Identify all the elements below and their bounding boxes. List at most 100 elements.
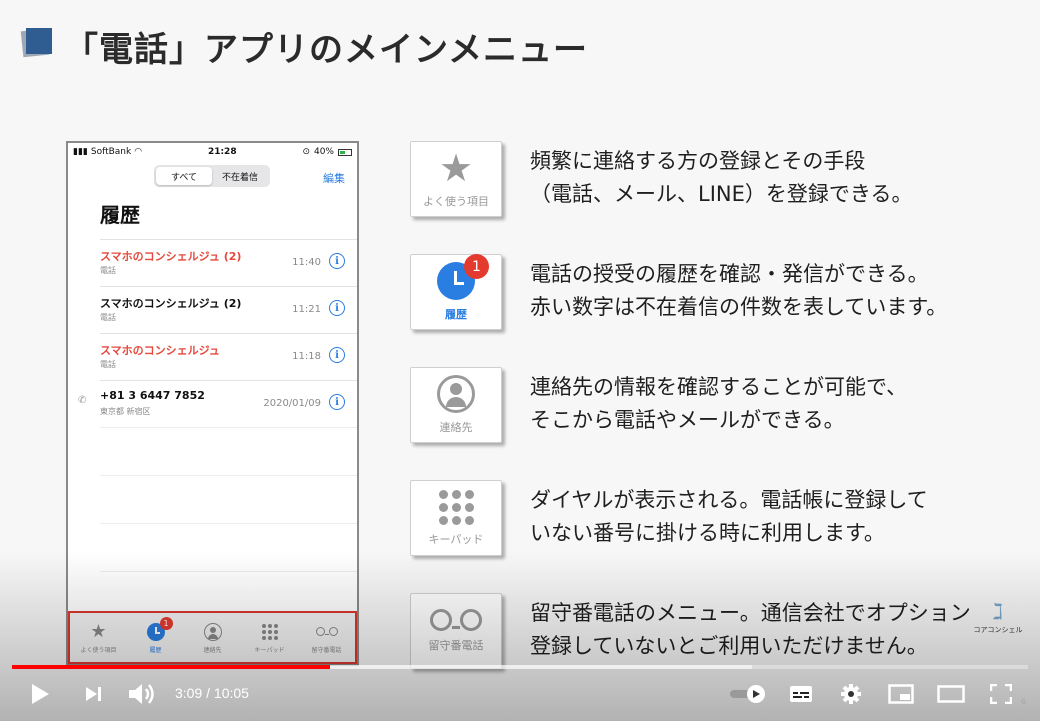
fullscreen-icon (990, 684, 1012, 704)
call-type: 電話 (100, 360, 116, 369)
status-bar: ▮▮▮ SoftBank ◠ 21:28 ⊙ 40% (68, 143, 357, 161)
caller-name: スマホのコンシェルジュ (100, 344, 220, 357)
tab-contacts[interactable]: 連絡先 (184, 613, 241, 662)
feature-line: 赤い数字は不在着信の件数を表しています。 (530, 295, 948, 319)
captions-button[interactable] (786, 680, 816, 708)
feature-label: キーパッド (428, 532, 484, 546)
feature-label: よく使う項目 (423, 195, 489, 208)
missed-badge: 1 (159, 616, 173, 630)
battery-percent: 40% (313, 147, 334, 157)
call-filter-segment[interactable]: すべて 不在着信 (154, 165, 270, 187)
slide-title: 「電話」アプリのメインメニュー (64, 30, 588, 70)
feature-favorites-text: 頻繁に連絡する方の登録とその手段 （電話、メール、LINE）を登録できる。 (530, 145, 912, 211)
call-type: 電話 (100, 313, 116, 322)
next-button[interactable] (80, 680, 108, 708)
title-square-icon (20, 28, 52, 58)
clock-icon: 1 (146, 616, 173, 642)
tab-recents[interactable]: 1 履歴 (127, 613, 184, 662)
call-row[interactable]: スマホのコンシェルジュ (2) 電話 11:40 i (100, 239, 357, 286)
brand-logo-text: コアコンシェル (973, 626, 1023, 634)
feature-line: 連絡先の情報を確認することが可能で、 (530, 375, 908, 399)
clock-icon: 1 (437, 254, 489, 300)
time-display: 3:09 / 10:05 (175, 685, 249, 701)
feature-contacts-icon-box: 連絡先 (410, 367, 502, 443)
time-separator: / (202, 685, 214, 701)
empty-row (100, 523, 357, 571)
tab-label: 連絡先 (203, 646, 222, 654)
person-icon (437, 375, 475, 413)
miniplayer-button[interactable] (885, 680, 917, 708)
call-time: 2020/01/09 (263, 398, 321, 409)
segment-missed[interactable]: 不在着信 (212, 167, 268, 185)
empty-row (100, 475, 357, 523)
info-icon[interactable]: i (329, 394, 345, 410)
star-icon: ★ (90, 621, 107, 642)
tab-label: キーパッド (254, 646, 285, 654)
play-icon (32, 684, 49, 704)
call-row[interactable]: ✆ +81 3 6447 7852 東京都 新宿区 2020/01/09 i (78, 380, 357, 427)
theater-mode-button[interactable] (934, 680, 968, 708)
call-time: 11:18 (292, 351, 321, 362)
feature-line: いない番号に掛ける時に利用します。 (530, 521, 885, 545)
person-icon (203, 622, 223, 642)
feature-line: 電話の授受の履歴を確認・発信ができる。 (530, 262, 929, 286)
feature-voicemail-text: 留守番電話のメニュー。通信会社でオプション 登録していないとご利用いただけません… (530, 597, 971, 663)
feature-keypad-icon-box: キーパッド (410, 480, 502, 556)
captions-icon (790, 686, 812, 702)
brand-logo: ℷ コアコンシェル (972, 600, 1024, 635)
feature-line: （電話、メール、LINE）を登録できる。 (530, 182, 913, 206)
call-type: 電話 (100, 266, 116, 275)
volume-icon (129, 684, 154, 704)
feature-line: ダイヤルが表示される。電話帳に登録して (530, 488, 928, 512)
feature-label: 連絡先 (439, 421, 473, 434)
caller-name: +81 3 6447 7852 (100, 389, 205, 402)
duration: 10:05 (213, 685, 249, 701)
missed-badge: 1 (464, 254, 489, 279)
feature-line: そこから電話やメールができる。 (530, 408, 845, 432)
edit-button[interactable]: 編集 (323, 170, 345, 186)
feature-favorites-icon-box: ★ よく使う項目 (410, 141, 502, 217)
feature-label: 留守番電話 (428, 639, 484, 652)
volume-button[interactable] (125, 680, 159, 708)
keypad-icon (260, 622, 280, 642)
autoplay-toggle[interactable] (728, 680, 768, 708)
tab-voicemail[interactable]: 留守番電話 (298, 613, 355, 662)
feature-keypad-text: ダイヤルが表示される。電話帳に登録して いない番号に掛ける時に利用します。 (530, 484, 928, 550)
tab-label: よく使う項目 (80, 646, 117, 654)
info-icon[interactable]: i (329, 300, 345, 316)
info-icon[interactable]: i (329, 347, 345, 363)
play-button[interactable] (26, 680, 54, 708)
info-icon[interactable]: i (329, 253, 345, 269)
feature-line: 頻繁に連絡する方の登録とその手段 (530, 149, 866, 173)
call-row[interactable]: スマホのコンシェルジュ電話 11:18 i (100, 333, 357, 380)
segment-all[interactable]: すべて (156, 167, 212, 185)
feature-label: 履歴 (445, 308, 467, 321)
settings-button[interactable] (836, 680, 866, 708)
wifi-icon: ◠ (134, 147, 143, 157)
tab-bar: ★ よく使う項目 1 履歴 連絡先 キーパッド 留守番電話 (68, 611, 357, 664)
played-bar (12, 665, 330, 669)
voicemail-icon (430, 609, 482, 631)
brand-mark-icon: ℷ (992, 600, 1004, 625)
theater-mode-icon (937, 685, 965, 703)
tab-favorites[interactable]: ★ よく使う項目 (70, 613, 127, 662)
outgoing-call-icon: ✆ (78, 395, 87, 406)
battery-icon (338, 148, 352, 156)
feature-voicemail-icon-box: 留守番電話 (410, 593, 502, 669)
empty-row (100, 427, 357, 475)
star-icon: ★ (438, 146, 474, 190)
orientation-lock-icon: ⊙ (302, 147, 310, 157)
feature-line: 登録していないとご利用いただけません。 (530, 634, 928, 658)
call-time: 11:21 (292, 304, 321, 315)
tab-keypad[interactable]: キーパッド (241, 613, 298, 662)
voicemail-icon (315, 622, 338, 642)
feature-line: 留守番電話のメニュー。通信会社でオプション (530, 601, 971, 625)
status-time: 21:28 (207, 147, 237, 157)
call-type: 東京都 新宿区 (100, 407, 151, 416)
keypad-icon (438, 489, 474, 525)
call-row[interactable]: スマホのコンシェルジュ (2) 電話 11:21 i (100, 286, 357, 333)
feature-recents-text: 電話の授受の履歴を確認・発信ができる。 赤い数字は不在着信の件数を表しています。 (530, 258, 947, 324)
carrier-name: SoftBank (90, 147, 132, 157)
signal-icon: ▮▮▮ (73, 147, 88, 157)
fullscreen-button[interactable] (986, 680, 1016, 708)
